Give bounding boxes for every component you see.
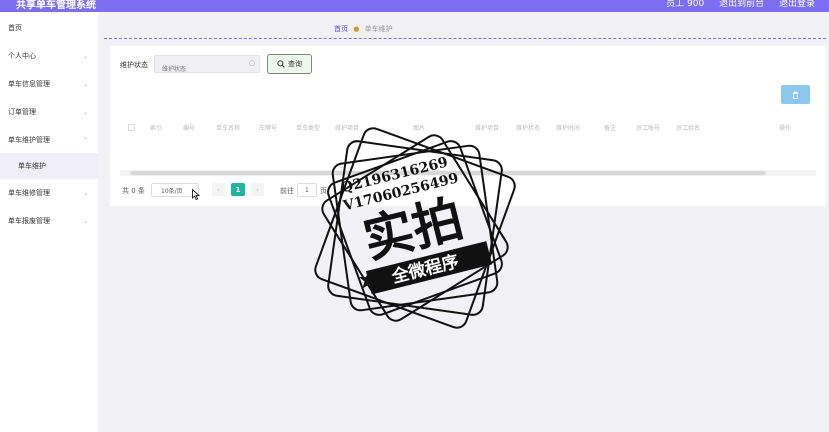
- column-header: 编号: [183, 125, 196, 132]
- breadcrumb: 首页 ● 单车维护: [334, 24, 393, 34]
- logout-link[interactable]: 退出登录: [779, 0, 815, 9]
- sidebar-item-bike-info[interactable]: 单车信息管理 ⌄: [0, 71, 98, 97]
- trash-icon: [792, 90, 799, 99]
- next-page-button[interactable]: ›: [251, 183, 264, 196]
- search-label: 维护状态: [120, 61, 148, 69]
- chevron-down-icon: ⌄: [82, 189, 88, 197]
- breadcrumb-separator-icon: ●: [353, 25, 360, 33]
- chevron-down-icon: ⌄: [82, 108, 88, 116]
- column-header: 车牌号: [259, 125, 278, 132]
- sidebar-item-label: 单车维护管理: [8, 136, 50, 144]
- search-icon: [277, 60, 285, 68]
- sidebar-item-label: 单车维护: [18, 162, 46, 170]
- goto-label: 前往: [280, 187, 294, 195]
- sidebar-item-maintenance[interactable]: 单车维护: [0, 153, 98, 179]
- top-links: 员工 900 退出到前台 退出登录: [654, 0, 815, 9]
- sidebar-item-label: 首页: [8, 24, 22, 32]
- column-header: 单车名称: [216, 125, 241, 132]
- chevron-down-icon: ⌄: [82, 52, 88, 60]
- delete-button[interactable]: [781, 85, 810, 104]
- column-header: 员工账号: [636, 125, 661, 132]
- column-header: 索引: [150, 125, 163, 132]
- chevron-down-icon: ⌄: [82, 80, 88, 88]
- sidebar-item-label: 单车信息管理: [8, 80, 50, 88]
- chevron-down-icon: ⌄: [82, 217, 88, 225]
- breadcrumb-home[interactable]: 首页: [334, 25, 348, 33]
- chevron-up-icon: ⌃: [82, 136, 88, 144]
- column-header: 员工姓名: [676, 125, 701, 132]
- sidebar-item-repair-mgmt[interactable]: 单车维修管理 ⌄: [0, 180, 98, 206]
- column-header: 维护时间: [556, 125, 581, 132]
- current-page-button[interactable]: 1: [231, 183, 245, 196]
- sidebar-item-profile[interactable]: 个人中心 ⌄: [0, 43, 98, 69]
- pagination-total: 共 0 条: [122, 187, 145, 195]
- column-header: 操作: [779, 125, 792, 132]
- sidebar-item-scrap-mgmt[interactable]: 单车报废管理 ⌄: [0, 208, 98, 234]
- breadcrumb-divider: [104, 38, 826, 39]
- breadcrumb-current: 单车维护: [364, 25, 393, 33]
- sidebar-item-label: 单车报废管理: [8, 217, 50, 225]
- app-title: 共享单车管理系统: [16, 0, 96, 11]
- sidebar-item-orders[interactable]: 订单管理 ⌄: [0, 99, 98, 125]
- sidebar-item-home[interactable]: 首页: [0, 15, 98, 41]
- sidebar-item-label: 个人中心: [8, 52, 36, 60]
- current-user: 员工 900: [666, 0, 705, 9]
- mouse-cursor-icon: [192, 189, 200, 200]
- top-bar: 共享单车管理系统 员工 900 退出到前台 退出登录: [0, 0, 829, 12]
- sidebar-item-maintenance-mgmt[interactable]: 单车维护管理 ⌃: [0, 127, 98, 153]
- prev-page-button[interactable]: ‹: [212, 183, 225, 196]
- search-icon: ○: [248, 59, 255, 67]
- query-button-label: 查询: [288, 60, 302, 68]
- select-all-checkbox[interactable]: [128, 124, 135, 131]
- watermark-stamp: Q2196316269 V17060256499 实拍 全微程序: [314, 127, 516, 329]
- query-button[interactable]: 查询: [267, 54, 312, 74]
- sidebar: 首页 个人中心 ⌄ 单车信息管理 ⌄ 订单管理 ⌄ 单车维护管理 ⌃ 单车维护 …: [0, 12, 98, 432]
- sidebar-item-label: 单车维修管理: [8, 189, 50, 197]
- column-header: 备注: [604, 125, 617, 132]
- search-input[interactable]: [155, 61, 243, 78]
- search-field[interactable]: ○: [154, 55, 260, 78]
- back-to-front-link[interactable]: 退出到前台: [719, 0, 764, 9]
- sidebar-item-label: 订单管理: [8, 108, 36, 116]
